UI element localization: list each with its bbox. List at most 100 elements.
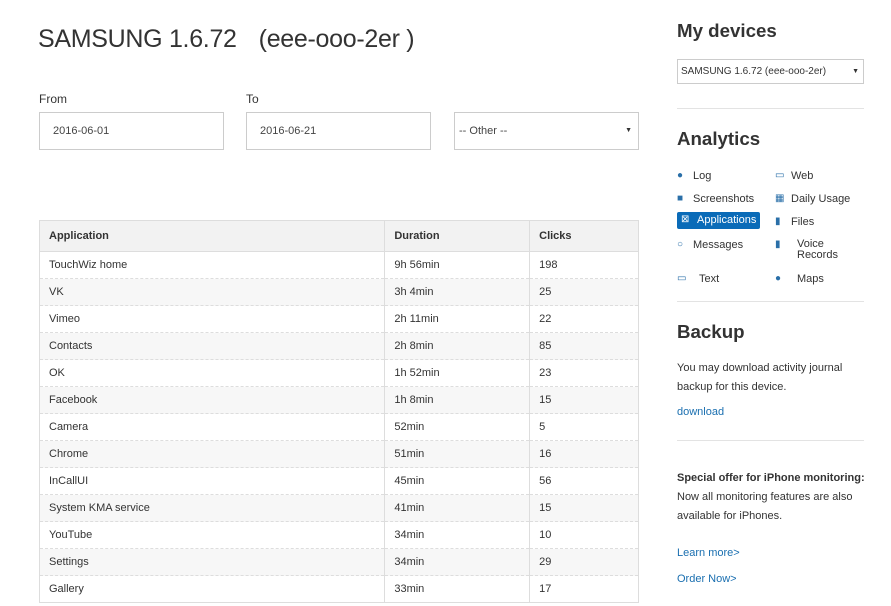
- table-row: YouTube 34min 10: [39, 521, 639, 549]
- app-name-cell: Settings: [39, 548, 386, 576]
- nav-applications[interactable]: ⊠ Applications: [677, 212, 761, 229]
- nav-maps[interactable]: ● Maps: [775, 273, 824, 285]
- camera-icon: ■: [677, 193, 684, 204]
- nav-files-label: Files: [791, 216, 815, 228]
- clicks-cell: 15: [529, 494, 639, 522]
- nav-files[interactable]: ▮ Files: [775, 216, 814, 228]
- globe-icon: ●: [775, 273, 782, 284]
- duration-cell: 52min: [384, 413, 531, 441]
- microphone-icon: ▮: [775, 239, 781, 250]
- device-select-value: SAMSUNG 1.6.72 (eee-ooo-2er): [681, 66, 827, 77]
- app-name-cell: TouchWiz home: [39, 251, 386, 279]
- special-offer: Special offer for iPhone monitoring: Now…: [677, 469, 867, 526]
- duration-cell: 33min: [384, 575, 531, 603]
- app-name-cell: Gallery: [39, 575, 386, 603]
- to-date-input[interactable]: 2016-06-21: [246, 112, 431, 150]
- duration-cell: 34min: [384, 548, 531, 576]
- offer-title: Special offer for iPhone monitoring:: [677, 472, 865, 484]
- my-devices-title: My devices: [677, 20, 777, 41]
- nav-log-label: Log: [693, 170, 712, 182]
- file-icon: ▮: [775, 216, 781, 227]
- table-row: Chrome 51min 16: [39, 440, 639, 468]
- duration-cell: 41min: [384, 494, 531, 522]
- table-row: Vimeo 2h 11min 22: [39, 305, 639, 333]
- nav-text[interactable]: ▭ Text: [677, 273, 719, 285]
- column-header-duration[interactable]: Duration: [384, 220, 531, 252]
- duration-cell: 45min: [384, 467, 531, 495]
- app-name-cell: Camera: [39, 413, 386, 441]
- table-row: Contacts 2h 8min 85: [39, 332, 639, 360]
- from-label: From: [39, 92, 67, 106]
- duration-cell: 2h 11min: [384, 305, 531, 333]
- clicks-cell: 5: [529, 413, 639, 441]
- chevron-down-icon: ▼: [625, 127, 632, 134]
- table-row: Settings 34min 29: [39, 548, 639, 576]
- app-name-cell: Facebook: [39, 386, 386, 414]
- clicks-cell: 29: [529, 548, 639, 576]
- download-link[interactable]: download: [677, 406, 724, 418]
- period-select-value: -- Other --: [459, 125, 508, 137]
- nav-voice-records[interactable]: ▮ Voice Records: [775, 239, 865, 261]
- nav-screenshots[interactable]: ■ Screenshots: [677, 193, 754, 205]
- backup-description: You may download activity journal backup…: [677, 362, 843, 393]
- applications-table: Application Duration Clicks TouchWiz hom…: [39, 220, 639, 603]
- column-header-application[interactable]: Application: [39, 220, 386, 252]
- to-label: To: [246, 92, 259, 106]
- device-serial: (eee-ooo-2er ): [258, 25, 415, 53]
- duration-cell: 9h 56min: [384, 251, 531, 279]
- nav-log[interactable]: ● Log: [677, 170, 711, 182]
- duration-cell: 3h 4min: [384, 278, 531, 306]
- monitor-icon: ▭: [775, 170, 785, 181]
- table-row: TouchWiz home 9h 56min 198: [39, 251, 639, 279]
- divider: [677, 440, 864, 441]
- clicks-cell: 198: [529, 251, 639, 279]
- backup-title: Backup: [677, 321, 745, 342]
- eye-icon: ●: [677, 170, 684, 181]
- duration-cell: 34min: [384, 521, 531, 549]
- nav-voice-records-label: Voice Records: [797, 238, 838, 261]
- app-name-cell: InCallUI: [39, 467, 386, 495]
- duration-cell: 1h 52min: [384, 359, 531, 387]
- clicks-cell: 25: [529, 278, 639, 306]
- clicks-cell: 17: [529, 575, 639, 603]
- order-now-link[interactable]: Order Now>: [677, 573, 737, 585]
- nav-web[interactable]: ▭ Web: [775, 170, 813, 182]
- chevron-down-icon: ▼: [852, 68, 859, 75]
- nav-daily-usage[interactable]: ▦ Daily Usage: [775, 193, 850, 205]
- nav-screenshots-label: Screenshots: [693, 193, 755, 205]
- table-row: Gallery 33min 17: [39, 575, 639, 603]
- offer-text: Now all monitoring features are also ava…: [677, 491, 853, 522]
- duration-cell: 1h 8min: [384, 386, 531, 414]
- app-name-cell: System KMA service: [39, 494, 386, 522]
- app-name-cell: Vimeo: [39, 305, 386, 333]
- chat-icon: ○: [677, 239, 684, 250]
- device-select[interactable]: SAMSUNG 1.6.72 (eee-ooo-2er) ▼: [677, 59, 864, 84]
- nav-applications-label: Applications: [697, 214, 757, 226]
- nav-maps-label: Maps: [797, 273, 824, 285]
- nav-messages-label: Messages: [693, 239, 744, 251]
- clicks-cell: 23: [529, 359, 639, 387]
- nav-text-label: Text: [699, 273, 720, 285]
- learn-more-link[interactable]: Learn more>: [677, 547, 740, 559]
- table-row: System KMA service 41min 15: [39, 494, 639, 522]
- app-name-cell: Contacts: [39, 332, 386, 360]
- nav-daily-usage-label: Daily Usage: [791, 193, 851, 205]
- divider: [677, 108, 864, 109]
- table-row: Facebook 1h 8min 15: [39, 386, 639, 414]
- analytics-title: Analytics: [677, 128, 761, 149]
- table-row: Camera 52min 5: [39, 413, 639, 441]
- app-window-icon: ⊠: [681, 214, 690, 225]
- table-row: InCallUI 45min 56: [39, 467, 639, 495]
- table-row: VK 3h 4min 25: [39, 278, 639, 306]
- divider: [677, 301, 864, 302]
- clicks-cell: 16: [529, 440, 639, 468]
- clicks-cell: 22: [529, 305, 639, 333]
- page-title: SAMSUNG 1.6.72 (eee-ooo-2er ): [38, 25, 415, 54]
- app-name-cell: YouTube: [39, 521, 386, 549]
- period-select[interactable]: -- Other -- ▼: [454, 112, 639, 150]
- calendar-icon: ▦: [775, 193, 785, 204]
- column-header-clicks[interactable]: Clicks: [529, 220, 639, 252]
- app-name-cell: Chrome: [39, 440, 386, 468]
- nav-messages[interactable]: ○ Messages: [677, 239, 743, 251]
- from-date-input[interactable]: 2016-06-01: [39, 112, 224, 150]
